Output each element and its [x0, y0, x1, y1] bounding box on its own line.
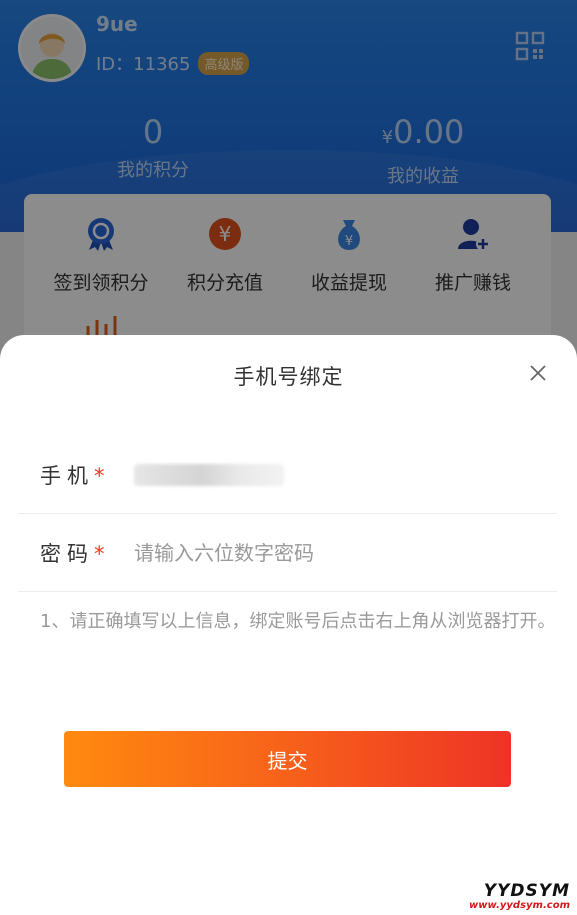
phone-binding-sheet: 手机号绑定 手机* 密码* 1、请正确填写以上信息，绑定账号后点击右上角从浏览器… — [0, 335, 577, 915]
password-label-text: 密码 — [40, 542, 94, 566]
watermark-main: YYDSYM — [483, 881, 570, 901]
password-row: 密码* — [18, 515, 557, 592]
submit-button[interactable]: 提交 — [64, 731, 511, 787]
close-icon[interactable] — [526, 361, 550, 385]
sheet-title: 手机号绑定 — [233, 365, 344, 389]
required-mark: * — [94, 542, 105, 566]
phone-input[interactable] — [134, 464, 284, 486]
password-input[interactable] — [134, 541, 534, 565]
watermark-sub: www.yydsym.com — [469, 900, 570, 911]
required-mark: * — [94, 464, 105, 488]
phone-label-text: 手机 — [40, 464, 94, 488]
phone-row: 手机* — [18, 437, 557, 514]
password-label: 密码* — [18, 538, 116, 568]
phone-label: 手机* — [18, 460, 116, 490]
binding-note: 1、请正确填写以上信息，绑定账号后点击右上角从浏览器打开。 — [40, 611, 556, 632]
watermark-logo: YYDSYM www.yydsym.com — [458, 882, 570, 912]
